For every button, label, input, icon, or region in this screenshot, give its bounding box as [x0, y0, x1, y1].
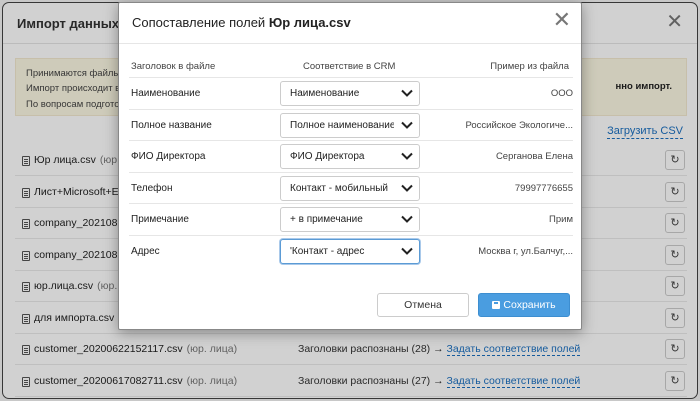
crm-field-value: 'Контакт - адрес [290, 245, 365, 257]
chevron-down-icon [401, 247, 413, 255]
chevron-down-icon [401, 121, 413, 129]
cancel-button[interactable]: Отмена [377, 293, 469, 317]
mapping-row: Полное название Полное наименование Россий… [129, 108, 573, 140]
mapping-file-header: Полное название [131, 119, 212, 131]
crm-field-select[interactable]: + в примечание [280, 207, 420, 232]
mapping-example: Прим [549, 214, 573, 225]
mapping-file-header: Адрес [131, 245, 160, 257]
chevron-down-icon [401, 152, 413, 160]
crm-field-select[interactable]: Наименование [280, 81, 420, 106]
mapping-example: 79997776655 [514, 182, 573, 194]
mapping-example: Москва г, ул.Балчуг,... [478, 245, 573, 257]
modal-title-prefix: Сопоставление полей [132, 15, 266, 30]
column-header-example: Пример из файла [490, 61, 569, 72]
save-button[interactable]: Сохранить [478, 293, 570, 317]
save-label: Сохранить [503, 299, 556, 311]
mapping-row: Примечание + в примечание Прим [129, 203, 573, 234]
chevron-down-icon [401, 89, 413, 97]
modal-title: Сопоставление полей Юр лица.csv [132, 15, 351, 30]
mapping-file-header: ФИО Директора [131, 151, 206, 162]
mapping-row: ФИО Директора ФИО Директора Серганова Елен… [129, 140, 573, 171]
crm-field-value: ФИО Директора [290, 151, 365, 162]
crm-field-value: Контакт - мобильный [290, 182, 388, 194]
mapping-file-header: Наименование [131, 88, 201, 99]
mapping-file-header: Телефон [131, 182, 173, 194]
crm-field-select[interactable]: ФИО Директора [280, 144, 420, 169]
mapping-row: Телефон Контакт - мобильный 79997776655 [129, 171, 573, 203]
column-header-file: Заголовок в файле [131, 61, 216, 72]
modal-title-file: Юр лица.csv [268, 15, 351, 30]
save-icon [492, 301, 501, 309]
crm-field-select[interactable]: 'Контакт - адрес [280, 238, 420, 264]
field-mapping-modal: Сопоставление полей Юр лица.csv ✕ Заголо… [118, 2, 582, 330]
crm-field-value: Полное наименование [290, 119, 394, 131]
mapping-example: Российское Экологиче... [465, 119, 573, 131]
mapping-row: Адрес 'Контакт - адрес Москва г, ул.Балчуг… [129, 234, 573, 266]
close-icon[interactable]: ✕ [553, 9, 571, 31]
crm-field-value: + в примечание [290, 214, 363, 225]
mapping-row: Наименование Наименование ООО [129, 77, 573, 108]
crm-field-select[interactable]: Полное наименование [280, 112, 420, 138]
column-header-crm: Соответствие в CRM [303, 61, 396, 72]
crm-field-value: Наименование [290, 88, 360, 99]
modal-divider [119, 43, 581, 44]
chevron-down-icon [401, 215, 413, 223]
mapping-example: ООО [550, 88, 573, 99]
mapping-example: Серганова Елена [495, 151, 573, 162]
chevron-down-icon [401, 184, 413, 192]
mapping-file-header: Примечание [131, 214, 189, 225]
crm-field-select[interactable]: Контакт - мобильный [280, 175, 420, 201]
